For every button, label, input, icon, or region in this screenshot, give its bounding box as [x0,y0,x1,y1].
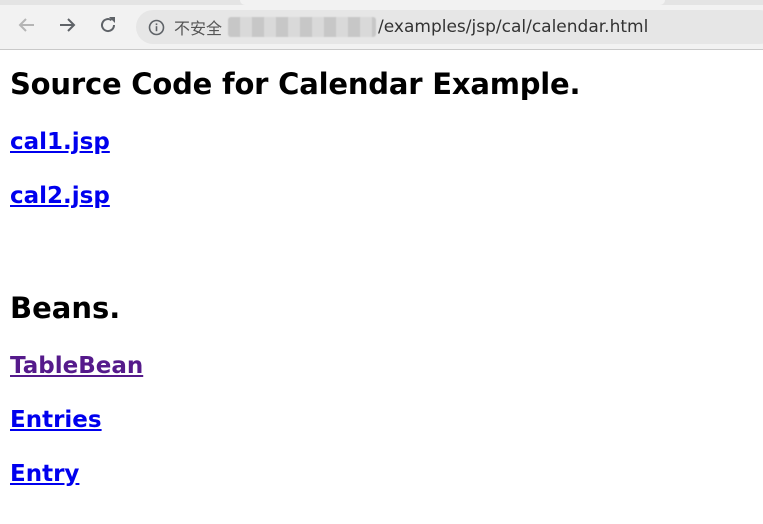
forward-arrow-icon [60,18,76,32]
reload-icon [101,17,116,33]
link-entries[interactable]: Entries [10,407,102,433]
redacted-host [228,17,377,37]
browser-toolbar: 不安全 /examples/jsp/cal/calendar.html [0,0,763,50]
link-cal2[interactable]: cal2.jsp [10,183,110,209]
page-content: Source Code for Calendar Example. cal1.j… [0,51,763,524]
security-label: 不安全 [174,19,223,38]
reload-button[interactable] [96,13,120,37]
link-entry[interactable]: Entry [10,461,79,487]
section-heading-beans: Beans. [10,291,121,325]
info-icon [148,19,165,36]
link-cal1[interactable]: cal1.jsp [10,129,110,155]
url-path[interactable]: /examples/jsp/cal/calendar.html [378,17,648,37]
link-tablebean[interactable]: TableBean [10,353,143,379]
back-arrow-icon [18,18,34,32]
forward-button[interactable] [55,13,79,37]
active-tab-edge[interactable] [240,0,665,5]
security-indicator[interactable]: 不安全 [148,16,222,38]
address-bar[interactable]: 不安全 /examples/jsp/cal/calendar.html [136,10,763,44]
back-button[interactable] [15,13,39,37]
page-title: Source Code for Calendar Example. [10,67,581,101]
